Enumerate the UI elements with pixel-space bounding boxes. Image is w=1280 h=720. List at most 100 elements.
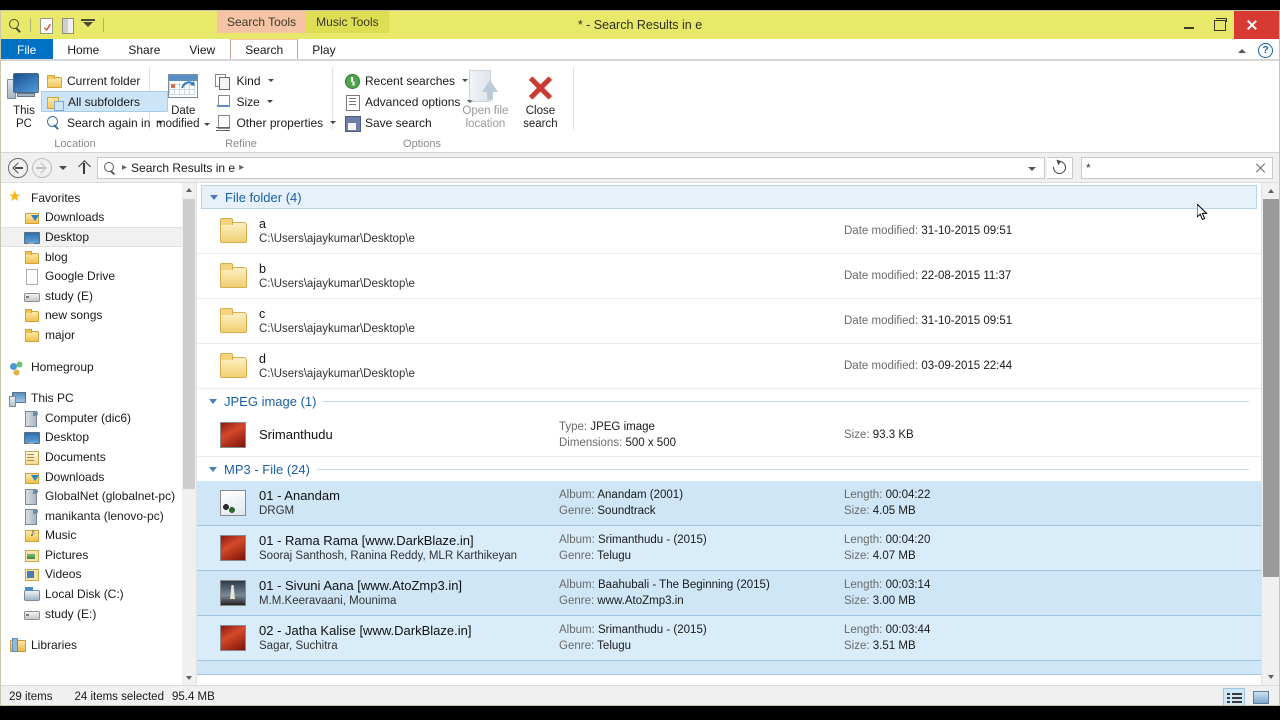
maximize-restore-button[interactable] xyxy=(1204,11,1234,39)
window-controls xyxy=(1174,11,1279,39)
sidebar-item-blog[interactable]: blog xyxy=(1,247,196,267)
sidebar-item-google-drive-label: Google Drive xyxy=(45,269,116,284)
save-search-button[interactable]: Save search xyxy=(339,112,457,133)
size-label: Size: xyxy=(844,428,870,441)
sidebar-item-pictures[interactable]: Pictures xyxy=(1,545,196,565)
table-row[interactable]: 01 - Rama Rama [www.DarkBlaze.in] Sooraj… xyxy=(197,526,1261,571)
all-subfolders-label: All subfolders xyxy=(68,94,141,109)
group-header-jpeg-image[interactable]: JPEG image (1) xyxy=(197,389,1261,413)
file-list-scroll-thumb[interactable] xyxy=(1263,199,1279,577)
nav-header-favorites[interactable]: Favorites xyxy=(1,187,196,208)
sidebar-item-study-e[interactable]: study (E) xyxy=(1,286,196,306)
up-button[interactable] xyxy=(73,157,95,179)
tab-share[interactable]: Share xyxy=(114,39,175,60)
size-button[interactable]: Size xyxy=(210,91,341,112)
context-tab-music-tools[interactable]: Music Tools xyxy=(306,11,389,33)
table-row[interactable]: 01 - Anandam DRGM Album: Anandam (2001) … xyxy=(197,481,1261,526)
breadcrumb-bar[interactable]: ▸ Search Results in e ▸ xyxy=(97,156,1045,179)
sidebar-item-new-songs-label: new songs xyxy=(45,308,103,323)
tab-view[interactable]: View xyxy=(175,39,230,60)
nav-scroll-thumb[interactable] xyxy=(183,199,195,489)
new-folder-icon[interactable] xyxy=(37,16,55,34)
sidebar-item-new-songs[interactable]: new songs xyxy=(1,306,196,326)
advanced-options-label: Advanced options xyxy=(365,94,461,109)
sidebar-item-google-drive[interactable]: Google Drive xyxy=(1,266,196,286)
table-row[interactable]: d C:\Users\ajaykumar\Desktop\e Date modi… xyxy=(197,344,1261,389)
table-row[interactable]: c C:\Users\ajaykumar\Desktop\e Date modi… xyxy=(197,299,1261,344)
other-properties-button[interactable]: Other properties xyxy=(210,112,341,133)
sidebar-item-pc-downloads[interactable]: Downloads xyxy=(1,467,196,487)
minimize-button[interactable] xyxy=(1174,11,1204,39)
navigation-pane-scrollbar[interactable] xyxy=(182,183,196,685)
tab-home[interactable]: Home xyxy=(53,39,114,60)
explorer-body: Favorites Downloads Desktop blog Google … xyxy=(1,183,1279,685)
ribbon-group-refine-label: Refine xyxy=(225,138,257,150)
network-computer-icon xyxy=(23,410,39,427)
this-pc-button[interactable]: This PC xyxy=(7,67,41,131)
table-row-partial[interactable] xyxy=(197,661,1261,675)
table-row[interactable]: Srimanthudu Type: JPEG image Dimensions:… xyxy=(197,413,1261,457)
sidebar-item-libraries[interactable]: Libraries xyxy=(1,635,196,655)
nav-scroll-up-icon[interactable] xyxy=(182,183,196,197)
sidebar-item-globalnet[interactable]: GlobalNet (globalnet-pc) xyxy=(1,486,196,506)
nav-header-this-pc[interactable]: This PC xyxy=(1,388,196,408)
table-row[interactable]: 02 - Jatha Kalise [www.DarkBlaze.in] Sag… xyxy=(197,616,1261,661)
sidebar-item-local-disk-c[interactable]: Local Disk (C:) xyxy=(1,584,196,604)
close-button[interactable] xyxy=(1234,11,1279,39)
forward-button[interactable] xyxy=(31,157,53,179)
close-icon[interactable] xyxy=(1254,161,1268,175)
sidebar-item-downloads[interactable]: Downloads xyxy=(1,208,196,228)
table-row[interactable]: a C:\Users\ajaykumar\Desktop\e Date modi… xyxy=(197,209,1261,254)
close-search-label-1: Close xyxy=(525,105,556,117)
sidebar-item-desktop[interactable]: Desktop xyxy=(1,227,196,247)
breadcrumb-separator-2[interactable]: ▸ xyxy=(239,162,244,173)
sidebar-item-pictures-label: Pictures xyxy=(45,547,89,562)
sidebar-item-pc-desktop[interactable]: Desktop xyxy=(1,428,196,448)
advanced-options-button[interactable]: Advanced options xyxy=(339,91,474,112)
sidebar-item-music[interactable]: Music xyxy=(1,526,196,546)
breadcrumb-history-chevron-icon[interactable] xyxy=(1024,158,1040,178)
table-row[interactable]: b C:\Users\ajaykumar\Desktop\e Date modi… xyxy=(197,254,1261,299)
back-button[interactable] xyxy=(7,157,29,179)
tab-play[interactable]: Play xyxy=(298,39,350,60)
help-icon[interactable]: ? xyxy=(1258,42,1273,58)
recent-searches-button[interactable]: Recent searches xyxy=(339,70,469,91)
sidebar-item-homegroup[interactable]: Homegroup xyxy=(1,357,196,377)
chevron-down-icon xyxy=(267,79,274,82)
search-input-value: * xyxy=(1086,160,1091,175)
scroll-down-icon[interactable] xyxy=(1262,669,1279,685)
tab-search[interactable]: Search xyxy=(230,39,299,60)
search-icon[interactable] xyxy=(6,16,24,34)
group-header-file-folder[interactable]: File folder (4) xyxy=(201,185,1257,209)
context-tab-search-tools[interactable]: Search Tools xyxy=(217,11,307,33)
date-modified-label: Date modified: xyxy=(844,360,919,372)
details-view-button[interactable] xyxy=(1223,687,1245,705)
sidebar-item-study-e-drive[interactable]: study (E:) xyxy=(1,604,196,624)
sidebar-item-documents[interactable]: Documents xyxy=(1,447,196,467)
open-file-location-button[interactable]: Open file location xyxy=(457,67,514,131)
table-row[interactable]: 01 - Sivuni Aana [www.AtoZmp3.in] M.M.Ke… xyxy=(197,571,1261,616)
sidebar-item-manikanta[interactable]: manikanta (lenovo-pc) xyxy=(1,506,196,526)
group-header-mp3-file[interactable]: MP3 - File (24) xyxy=(197,457,1261,481)
refresh-button[interactable] xyxy=(1047,156,1073,179)
customize-chevron-down-icon[interactable] xyxy=(79,16,97,34)
scroll-up-icon[interactable] xyxy=(1262,183,1279,199)
tab-file[interactable]: File xyxy=(1,39,54,60)
search-input[interactable]: * xyxy=(1081,156,1273,179)
row-right-cell: Date modified: 31-10-2015 09:51 xyxy=(844,223,1261,239)
sidebar-item-computer-dic6[interactable]: Computer (dic6) xyxy=(1,408,196,428)
date-modified-button[interactable]: Date modified xyxy=(156,67,211,131)
sidebar-item-major[interactable]: major xyxy=(1,325,196,345)
large-icons-view-button[interactable] xyxy=(1249,688,1271,706)
nav-scroll-down-icon[interactable] xyxy=(182,671,196,685)
collapse-ribbon-icon[interactable] xyxy=(1237,45,1248,56)
row-right-cell: Date modified: 31-10-2015 09:51 xyxy=(844,313,1261,329)
close-search-button[interactable]: Close search xyxy=(514,67,567,131)
file-explorer-window: Search Tools Music Tools * - Search Resu… xyxy=(0,10,1280,706)
sidebar-item-videos[interactable]: Videos xyxy=(1,565,196,585)
properties-icon[interactable] xyxy=(58,16,76,34)
kind-button[interactable]: Kind xyxy=(210,70,341,91)
file-list-scrollbar[interactable] xyxy=(1261,183,1279,685)
recent-locations-icon[interactable] xyxy=(55,157,71,179)
breadcrumb-current-location[interactable]: Search Results in e xyxy=(131,161,235,175)
